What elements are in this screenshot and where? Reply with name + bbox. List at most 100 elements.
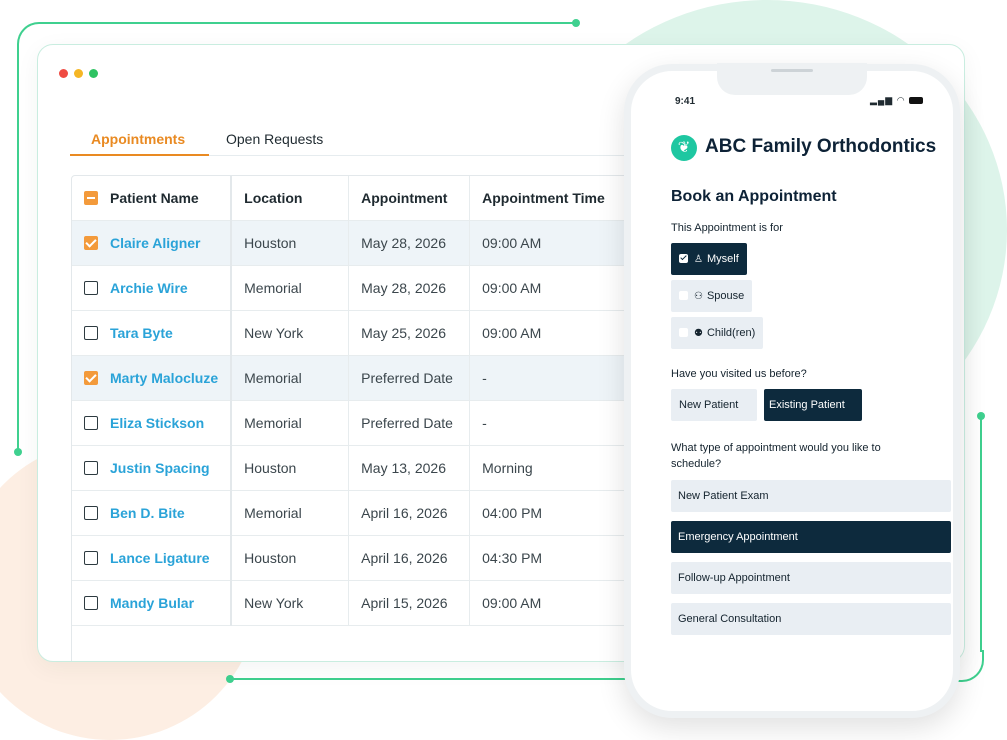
header-appointment-time[interactable]: Appointment Time [469,176,632,221]
row-checkbox[interactable] [84,236,98,251]
option-myself[interactable]: ♙ Myself [671,243,747,275]
cell-location: New York [231,580,350,626]
cell-location: Houston [231,220,350,266]
checkbox-icon [679,327,688,337]
option-emergency-appointment[interactable]: Emergency Appointment [671,521,951,553]
cell-appointment-time: 09:00 AM [469,580,632,626]
table-row[interactable]: Claire Aligner Houston May 28, 2026 09:00 A… [72,220,632,266]
checkbox-icon [679,253,688,263]
tab-open-requests[interactable]: Open Requests [226,131,323,147]
cell-appointment-time: - [469,400,632,446]
tooth-logo-icon: ❦ [671,135,697,161]
option-label: Myself [706,253,739,265]
option-label: Child(ren) [706,327,756,339]
table-row[interactable]: Ben D. Bite Memorial April 16, 2026 04:00 P… [72,490,632,536]
table-row[interactable]: Marty Malocluze Memorial Preferred Date - [72,355,632,401]
patient-name-link[interactable]: Claire Aligner [110,235,201,251]
active-tab-indicator [70,154,209,156]
question-appointment-for: This Appointment is for [671,222,783,234]
tab-appointments[interactable]: Appointments [91,131,185,147]
row-checkbox[interactable] [84,551,98,566]
cell-appointment-time: 09:00 AM [469,310,632,356]
cell-patient-name: Archie Wire [72,265,233,311]
cell-appointment: April 15, 2026 [348,580,471,626]
status-time: 9:41 [675,96,696,107]
cell-patient-name: Claire Aligner [72,220,233,266]
cell-patient-name: Lance Ligature [72,535,233,581]
patient-name-link[interactable]: Justin Spacing [110,460,210,476]
header-appointment[interactable]: Appointment [348,176,471,221]
option-follow-up-appointment[interactable]: Follow-up Appointment [671,562,951,594]
table-header-row: Patient Name Location Appointment Appoin… [72,176,632,221]
table-row[interactable]: Tara Byte New York May 25, 2026 09:00 AM [72,310,632,356]
option-existing-patient[interactable]: Existing Patient [764,389,862,421]
cell-location: Houston [231,445,350,491]
table-row[interactable]: Archie Wire Memorial May 28, 2026 09:00 AM [72,265,632,311]
cell-appointment-time: Morning [469,445,632,491]
cell-patient-name: Justin Spacing [72,445,233,491]
brand-name: ABC Family Orthodontics [705,136,937,157]
cell-location: Houston [231,535,350,581]
cell-patient-name: Marty Malocluze [72,355,233,401]
form-title: Book an Appointment [671,188,837,205]
phone-mockup: 9:41 ▂▄▆ ◠ ❦ ABC Family Orthodontics Boo… [624,63,960,718]
decor-dot-right [977,412,985,420]
decor-line-right [980,416,982,652]
row-checkbox[interactable] [84,416,98,431]
decor-line-left [17,50,19,450]
cell-appointment: May 13, 2026 [348,445,471,491]
cell-appointment-time: 09:00 AM [469,220,632,266]
table-row[interactable]: Lance Ligature Houston April 16, 2026 04:30… [72,535,632,581]
patient-name-link[interactable]: Marty Malocluze [110,370,218,386]
battery-icon [909,97,924,105]
phone-speaker [771,69,813,72]
table-row[interactable]: Eliza Stickson Memorial Preferred Date - [72,400,632,446]
patient-name-link[interactable]: Mandy Bular [110,595,194,611]
patient-name-link[interactable]: Tara Byte [110,325,173,341]
cell-location: Memorial [231,355,350,401]
option-general-consultation[interactable]: General Consultation [671,603,951,635]
cell-appointment: Preferred Date [348,400,471,446]
cell-appointment: May 28, 2026 [348,265,471,311]
wifi-icon: ◠ [896,95,906,105]
people-icon: ⚇ [694,291,703,302]
table-row[interactable]: Justin Spacing Houston May 13, 2026 Morning [72,445,632,491]
appointments-table: Patient Name Location Appointment Appoin… [71,175,633,661]
tab-bar: Appointments Open Requests [70,129,630,156]
row-checkbox[interactable] [84,461,98,476]
option-new-patient[interactable]: New Patient [671,389,757,421]
header-label: Patient Name [110,189,199,206]
cell-appointment-time: 09:00 AM [469,265,632,311]
checkbox-icon [679,290,688,300]
patient-name-link[interactable]: Eliza Stickson [110,415,204,431]
table-row[interactable]: Mandy Bular New York April 15, 2026 09:00 A… [72,580,632,626]
patient-name-link[interactable]: Lance Ligature [110,550,210,566]
signal-icon: ▂▄▆ [870,95,894,105]
cell-appointment: May 28, 2026 [348,220,471,266]
window-close-dot[interactable] [59,69,68,78]
row-checkbox[interactable] [84,371,98,386]
decor-dot-top [572,19,580,27]
cell-appointment: April 16, 2026 [348,535,471,581]
header-patient-name[interactable]: Patient Name [72,176,233,221]
select-all-checkbox[interactable] [84,191,98,206]
window-minimize-dot[interactable] [74,69,83,78]
question-visited-before: Have you visited us before? [671,368,807,380]
row-checkbox[interactable] [84,281,98,296]
person-icon: ♙ [694,254,703,265]
decor-dot-left [14,448,22,456]
option-new-patient-exam[interactable]: New Patient Exam [671,480,951,512]
patient-name-link[interactable]: Ben D. Bite [110,505,185,521]
cell-patient-name: Mandy Bular [72,580,233,626]
row-checkbox[interactable] [84,596,98,611]
option-spouse[interactable]: ⚇ Spouse [671,280,753,312]
cell-patient-name: Eliza Stickson [72,400,233,446]
row-checkbox[interactable] [84,326,98,341]
window-maximize-dot[interactable] [89,69,98,78]
header-location[interactable]: Location [231,176,350,221]
patient-name-link[interactable]: Archie Wire [110,280,188,296]
row-checkbox[interactable] [84,506,98,521]
status-icons: ▂▄▆ ◠ [870,95,924,106]
cell-patient-name: Tara Byte [72,310,233,356]
option-children[interactable]: ⚉ Child(ren) [671,317,764,349]
